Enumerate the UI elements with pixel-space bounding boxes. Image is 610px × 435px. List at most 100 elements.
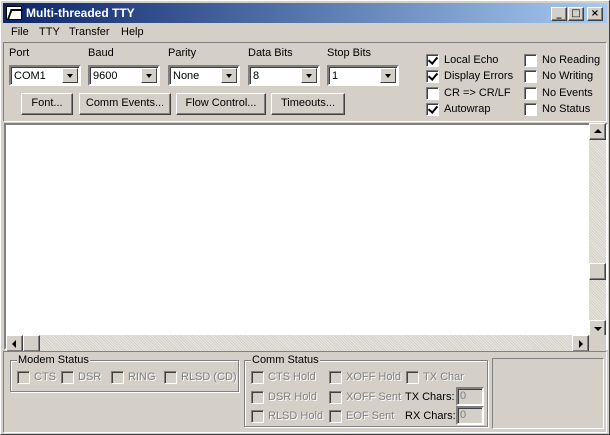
tx-chars-value: 0 (460, 390, 467, 402)
tx-chars-label: TX Chars: (405, 391, 455, 403)
chevron-down-icon[interactable] (141, 68, 157, 83)
cr-crlf-checkbox[interactable] (426, 87, 439, 100)
tx-chars-field: 0 (456, 387, 484, 406)
arrow-up-icon (594, 129, 602, 133)
no-reading-label: No Reading (542, 54, 601, 66)
rx-chars-label: RX Chars: (405, 410, 456, 422)
modem-status-group: Modem Status CTS DSR RING RLSD (CD) (10, 354, 239, 392)
chevron-down-icon[interactable] (380, 68, 396, 83)
menu-bar: File TTY Transfer Help (3, 23, 607, 42)
parity-value: None (173, 70, 200, 82)
timeouts-button[interactable]: Timeouts... (271, 93, 345, 115)
font-button[interactable]: Font... (21, 93, 73, 115)
port-label: Port (9, 47, 30, 59)
app-window: Multi-threaded TTY _ □ × File TTY Transf… (0, 0, 610, 435)
xoff-sent-label: XOFF Sent (346, 391, 402, 403)
autowrap-label: Autowrap (444, 103, 491, 115)
chevron-down-icon[interactable] (221, 68, 237, 83)
cts-hold-checkbox (251, 371, 264, 384)
parity-label: Parity (168, 47, 197, 59)
cts-checkbox (17, 371, 30, 384)
cts-label: CTS (34, 371, 56, 383)
app-icon[interactable] (6, 6, 22, 20)
eof-sent-label: EOF Sent (346, 410, 395, 422)
tx-char-label: TX Char (423, 371, 464, 383)
eof-sent-checkbox (329, 410, 342, 423)
no-reading-checkbox[interactable] (524, 54, 537, 67)
scroll-right-button[interactable] (572, 335, 589, 352)
port-value: COM1 (14, 70, 46, 82)
rlsd-checkbox (164, 371, 177, 384)
cr-crlf-label: CR => CR/LF (444, 87, 511, 99)
scroll-left-button[interactable] (6, 335, 23, 352)
stop-bits-value: 1 (332, 70, 339, 82)
data-bits-label: Data Bits (248, 47, 293, 59)
status-panel: Modem Status CTS DSR RING RLSD (CD) Comm… (3, 351, 607, 433)
parity-select[interactable]: None (168, 65, 240, 86)
maximize-button[interactable]: □ (568, 7, 584, 21)
data-bits-select[interactable]: 8 (248, 65, 320, 86)
cts-hold-label: CTS Hold (268, 371, 316, 383)
dsr-checkbox (61, 371, 74, 384)
flow-control-button[interactable]: Flow Control... (176, 93, 266, 115)
rx-chars-value: 0 (460, 409, 467, 421)
chevron-down-icon[interactable] (301, 68, 317, 83)
modem-status-title: Modem Status (17, 354, 90, 366)
window-title: Multi-threaded TTY (26, 6, 135, 20)
rlsd-hold-checkbox (251, 410, 264, 423)
port-select[interactable]: COM1 (9, 65, 81, 86)
minimize-button[interactable]: _ (551, 7, 567, 21)
display-errors-label: Display Errors (444, 70, 514, 82)
baud-value: 9600 (93, 70, 118, 82)
tx-char-checkbox (406, 371, 419, 384)
no-events-label: No Events (542, 87, 593, 99)
menu-file[interactable]: File (11, 26, 29, 39)
menu-transfer[interactable]: Transfer (69, 26, 110, 39)
no-writing-checkbox[interactable] (524, 70, 537, 83)
close-button[interactable]: × (587, 7, 603, 21)
data-bits-value: 8 (253, 70, 260, 82)
rlsd-hold-label: RLSD Hold (268, 410, 324, 422)
xoff-hold-checkbox (329, 371, 342, 384)
arrow-left-icon (12, 340, 16, 348)
ring-label: RING (128, 371, 156, 383)
stop-bits-label: Stop Bits (327, 47, 372, 59)
rx-chars-field: 0 (456, 406, 484, 425)
vertical-scroll-thumb[interactable] (589, 263, 606, 280)
scrollbar-corner (589, 335, 606, 352)
title-bar[interactable]: Multi-threaded TTY _ □ × (3, 3, 607, 23)
menu-tty[interactable]: TTY (39, 26, 60, 39)
local-echo-checkbox[interactable] (426, 54, 439, 67)
dsr-label: DSR (78, 371, 102, 383)
arrow-right-icon (579, 340, 583, 348)
no-status-checkbox[interactable] (524, 103, 537, 116)
display-errors-checkbox[interactable] (426, 70, 439, 83)
settings-panel: Port COM1 Baud 9600 Parity None Data Bit… (3, 42, 607, 122)
local-echo-label: Local Echo (444, 54, 499, 66)
autowrap-checkbox[interactable] (426, 103, 439, 116)
dsr-hold-label: DSR Hold (268, 391, 317, 403)
no-status-label: No Status (542, 103, 591, 115)
baud-select[interactable]: 9600 (88, 65, 160, 86)
arrow-down-icon (594, 327, 602, 331)
terminal-area[interactable] (4, 123, 608, 350)
no-events-checkbox[interactable] (524, 87, 537, 100)
menu-help[interactable]: Help (121, 26, 144, 39)
dsr-hold-checkbox (251, 391, 264, 404)
xoff-sent-checkbox (329, 391, 342, 404)
xoff-hold-label: XOFF Hold (346, 371, 402, 383)
no-writing-label: No Writing (542, 70, 594, 82)
horizontal-scrollbar[interactable] (6, 335, 589, 352)
baud-label: Baud (88, 47, 114, 59)
chevron-down-icon[interactable] (62, 68, 78, 83)
vertical-scrollbar[interactable] (589, 123, 606, 337)
horizontal-scroll-thumb[interactable] (23, 335, 40, 352)
status-indicator-box (492, 358, 604, 429)
comm-events-button[interactable]: Comm Events... (79, 93, 171, 115)
comm-status-group: Comm Status CTS Hold XOFF Hold TX Char D… (244, 354, 488, 427)
scroll-up-button[interactable] (589, 123, 606, 140)
comm-status-title: Comm Status (251, 354, 320, 366)
rlsd-label: RLSD (CD) (181, 371, 237, 383)
ring-checkbox (111, 371, 124, 384)
stop-bits-select[interactable]: 1 (327, 65, 399, 86)
